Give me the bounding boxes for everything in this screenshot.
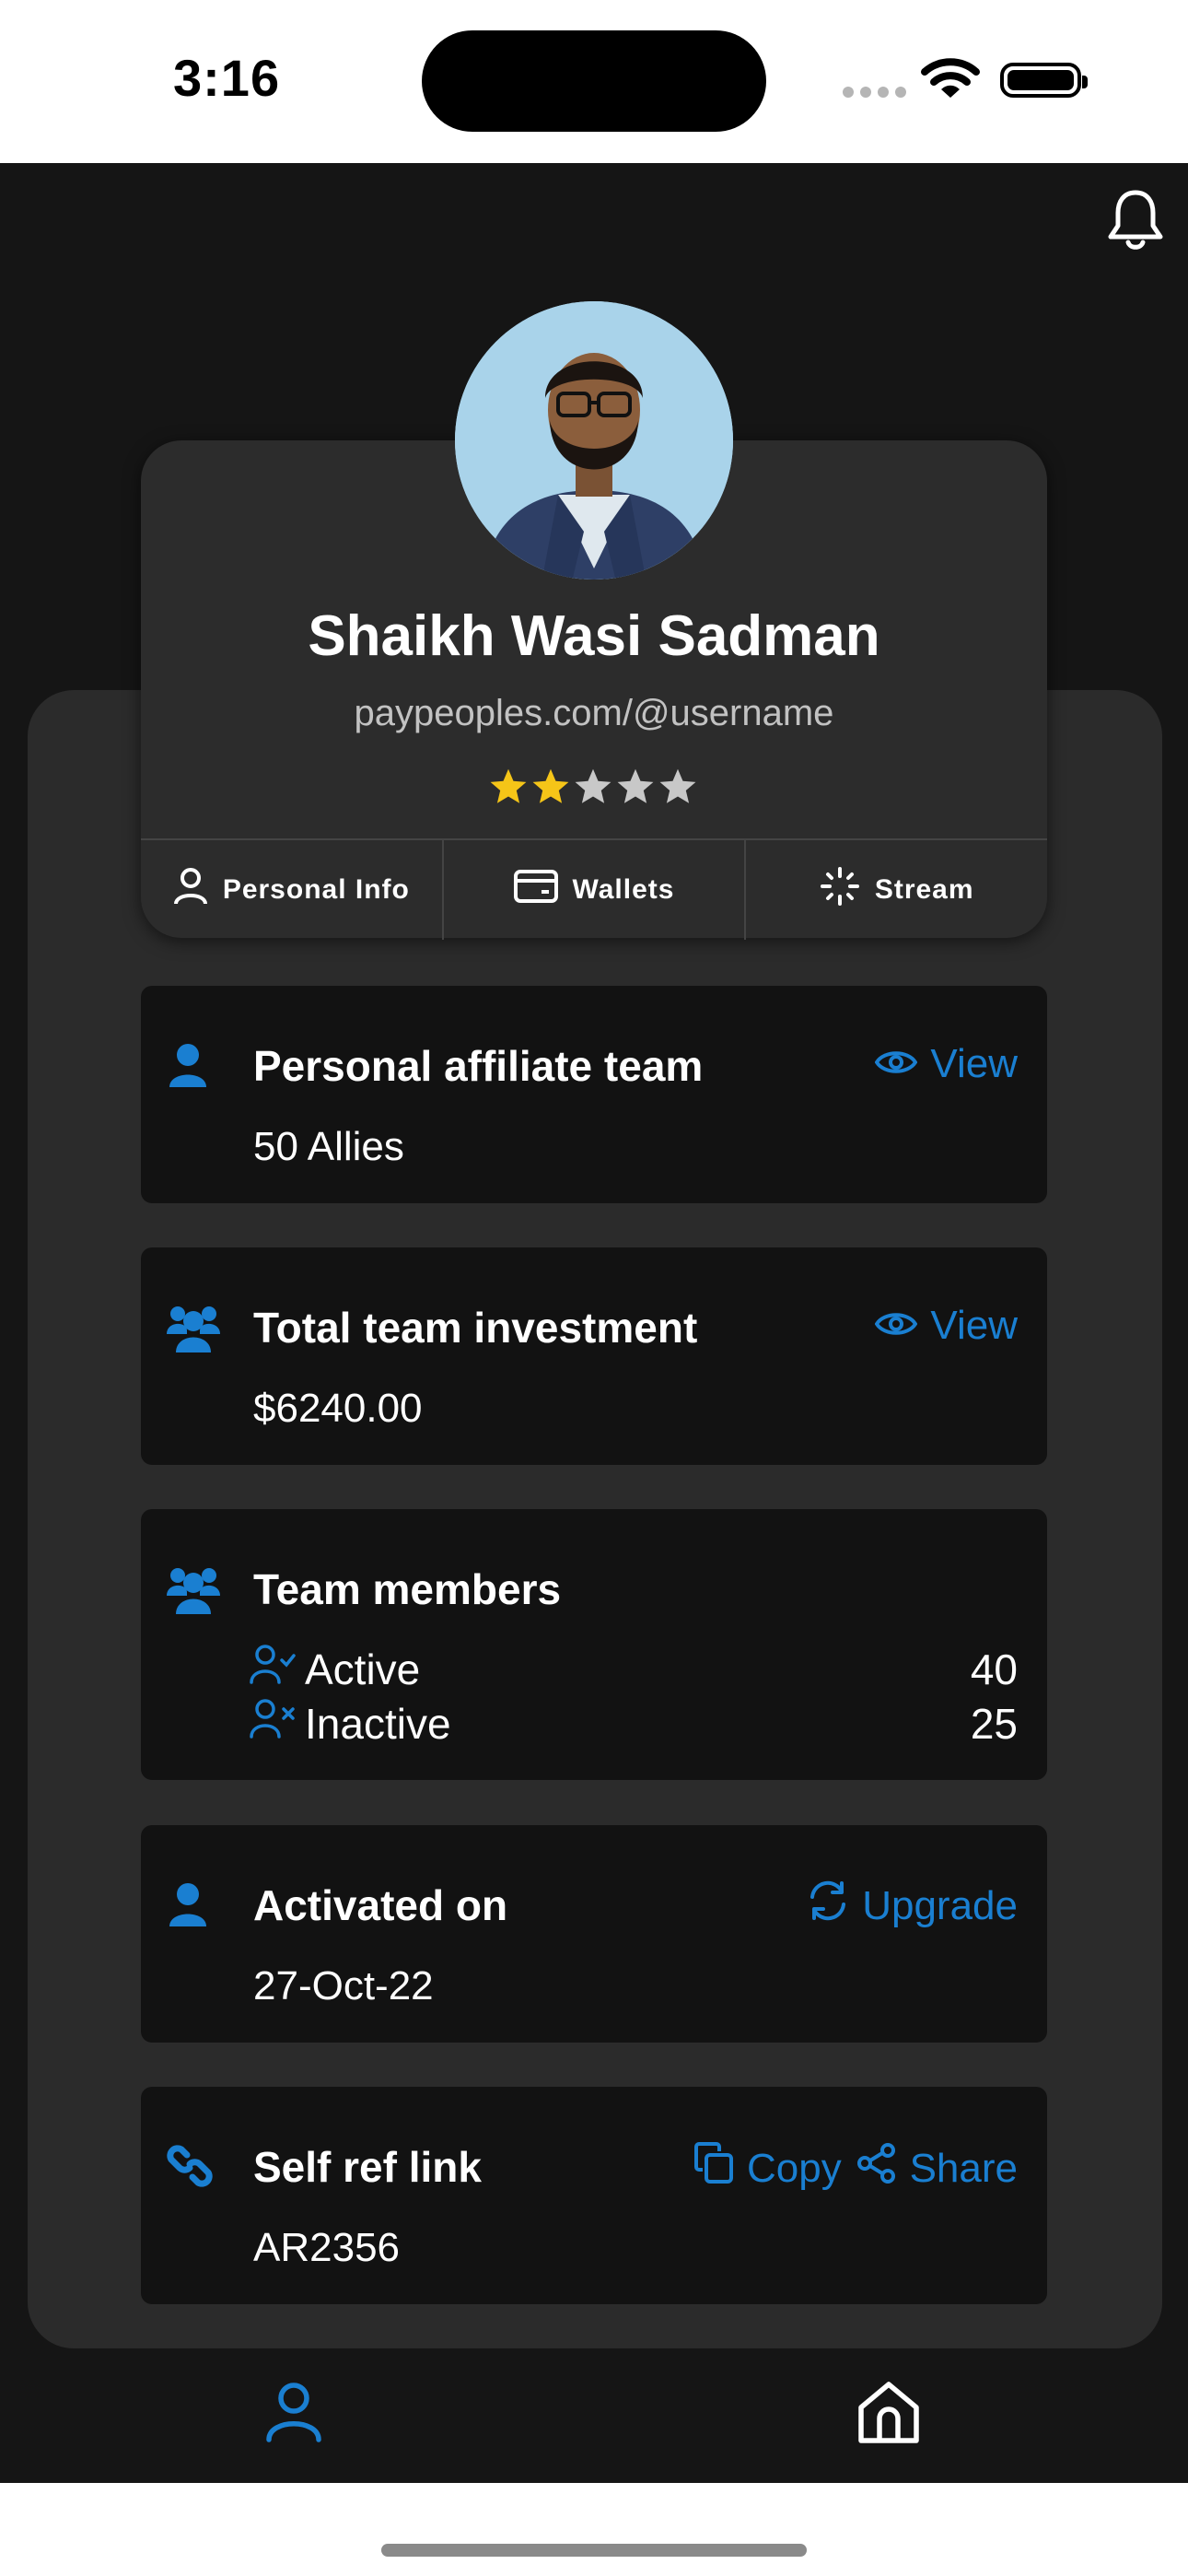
- battery-icon: [1000, 63, 1088, 98]
- ref-link-card: Self ref link AR2356 Copy Share: [141, 2087, 1047, 2304]
- affiliate-team-card: Personal affiliate team 50 Allies View: [141, 986, 1047, 1203]
- team-members-card: Team members Active 40 Inactive 25: [141, 1509, 1047, 1780]
- star-filled-icon: [532, 768, 569, 803]
- tab-personal-info-label: Personal Info: [222, 874, 410, 905]
- tab-wallets-label: Wallets: [572, 874, 675, 905]
- active-members-row: Active 40: [250, 1644, 1018, 1694]
- home-indicator[interactable]: [381, 2544, 807, 2557]
- inactive-members-row: Inactive 25: [250, 1698, 1018, 1749]
- activated-card: Activated on 27-Oct-22 Upgrade: [141, 1825, 1047, 2043]
- active-label: Active: [305, 1645, 421, 1693]
- eye-icon: [875, 1041, 918, 1087]
- tab-stream-label: Stream: [874, 874, 974, 905]
- share-icon: [856, 2142, 897, 2195]
- investment-view-label: View: [930, 1303, 1018, 1348]
- affiliate-view-button[interactable]: View: [875, 1041, 1018, 1087]
- cellular-signal-icon: [842, 86, 906, 103]
- home-icon: [856, 2382, 921, 2448]
- stream-icon: [820, 866, 860, 914]
- link-icon: [167, 2142, 213, 2195]
- ref-link-title: Self ref link: [253, 2143, 482, 2191]
- investment-view-button[interactable]: View: [875, 1303, 1018, 1349]
- wifi-icon: [921, 57, 980, 106]
- star-filled-icon: [490, 768, 527, 803]
- active-count: 40: [970, 1645, 1018, 1693]
- star-empty-icon: [575, 768, 611, 803]
- activated-date: 27-Oct-22: [253, 1963, 434, 2008]
- user-x-icon: [250, 1698, 296, 1749]
- home-indicator-area: [0, 2483, 1188, 2576]
- group-icon: [167, 1303, 220, 1359]
- activated-title: Activated on: [253, 1881, 508, 1929]
- copy-button[interactable]: Copy: [693, 2142, 842, 2195]
- copy-icon: [693, 2142, 734, 2195]
- profile-handle: paypeoples.com/@username: [354, 693, 834, 733]
- affiliate-team-title: Personal affiliate team: [253, 1042, 704, 1090]
- tab-stream[interactable]: Stream: [746, 840, 1047, 940]
- user-check-icon: [250, 1644, 296, 1694]
- profile-icon: [265, 2383, 322, 2446]
- team-members-title: Team members: [253, 1565, 562, 1613]
- profile-tabs: Personal Info Wallets Stream: [141, 838, 1047, 940]
- copy-label: Copy: [747, 2145, 842, 2191]
- share-label: Share: [909, 2145, 1018, 2191]
- share-button[interactable]: Share: [856, 2142, 1018, 2195]
- user-icon: [173, 867, 208, 913]
- tab-wallets[interactable]: Wallets: [444, 840, 747, 940]
- rating-stars: [488, 767, 698, 807]
- team-investment-card: Total team investment $6240.00 View: [141, 1247, 1047, 1465]
- team-investment-title: Total team investment: [253, 1304, 698, 1352]
- wallet-icon: [513, 870, 558, 910]
- ref-link-code: AR2356: [253, 2225, 401, 2270]
- nav-profile-tab[interactable]: [265, 2382, 322, 2447]
- star-empty-icon: [617, 768, 654, 803]
- notification-bell-icon[interactable]: [1105, 187, 1166, 256]
- upgrade-label: Upgrade: [862, 1882, 1018, 1928]
- tab-personal-info[interactable]: Personal Info: [141, 840, 444, 940]
- inactive-label: Inactive: [305, 1699, 451, 1748]
- inactive-count: 25: [970, 1699, 1018, 1748]
- profile-avatar[interactable]: [455, 301, 733, 580]
- refresh-icon: [807, 1880, 849, 1931]
- profile-name: Shaikh Wasi Sadman: [308, 604, 880, 668]
- person-icon: [167, 1882, 209, 1933]
- group-icon: [167, 1564, 220, 1621]
- affiliate-view-label: View: [930, 1041, 1018, 1086]
- status-time: 3:16: [173, 49, 281, 107]
- upgrade-button[interactable]: Upgrade: [807, 1880, 1018, 1931]
- dynamic-island: [422, 30, 766, 132]
- star-empty-icon: [659, 768, 696, 803]
- eye-icon: [875, 1303, 918, 1349]
- affiliate-team-value: 50 Allies: [253, 1124, 404, 1169]
- team-investment-value: $6240.00: [253, 1386, 423, 1431]
- person-icon: [167, 1043, 209, 1094]
- nav-home-tab[interactable]: [856, 2380, 921, 2449]
